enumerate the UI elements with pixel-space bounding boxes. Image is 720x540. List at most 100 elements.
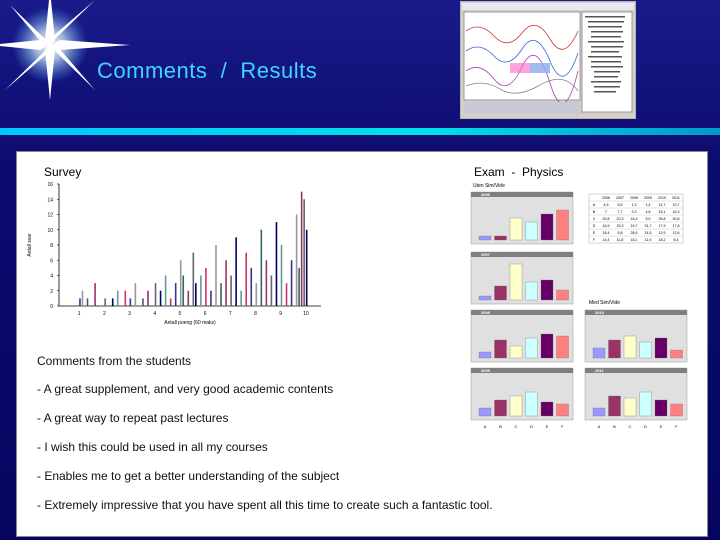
table-cell: 20,3: [617, 217, 624, 221]
exam-panel: 2008: [470, 309, 574, 363]
histogram-bar: [192, 252, 195, 306]
exam-bar: [623, 335, 637, 359]
table-cell: 7: [605, 210, 607, 214]
x-tick-label: 1: [78, 311, 81, 317]
histogram-bar: [205, 267, 207, 306]
table-cell: 15,3: [617, 224, 624, 228]
exam-bar: [525, 337, 538, 359]
table-cell: E: [593, 231, 596, 235]
table-cell: 12,9: [659, 231, 666, 235]
slide-title: Comments / Results: [97, 58, 318, 83]
exam-bar: [478, 235, 492, 241]
histogram-bar: [275, 222, 278, 306]
category-label: D: [644, 424, 647, 429]
exam-chart-title: Uten Sim/Vide: [473, 183, 505, 189]
table-cell: 5,0: [646, 217, 651, 221]
x-tick-label: 10: [303, 311, 309, 317]
table-cell: 8,4: [674, 238, 679, 242]
y-axis-label: Antall svar: [27, 233, 33, 257]
histogram-bar: [169, 298, 172, 306]
table-cell: 31,7: [645, 224, 652, 228]
exam-bar: [556, 403, 569, 417]
x-tick-label: 7: [229, 311, 232, 317]
exam-panel: 2010: [584, 309, 688, 363]
panel-year-label: 2011: [595, 368, 604, 373]
y-tick-label: 8: [50, 243, 53, 249]
table-cell: 16,3: [673, 210, 680, 214]
exam-bar: [556, 289, 569, 301]
table-cell: 15,1: [659, 210, 666, 214]
exam-bar: [608, 395, 621, 417]
histogram-bar: [86, 298, 89, 306]
survey-label: Survey: [44, 165, 82, 179]
histogram-bar: [79, 298, 81, 306]
panel-year-label: 2008: [481, 310, 491, 315]
histogram-bar: [124, 290, 127, 306]
histogram-bar: [142, 298, 144, 306]
y-tick-label: 6: [50, 258, 53, 264]
exam-bar: [509, 217, 523, 241]
table-cell: 20,8: [603, 217, 610, 221]
table-header-cell: 2007: [616, 196, 624, 200]
category-label: E: [660, 424, 663, 429]
table-cell: 17,8: [673, 224, 680, 228]
table-header-cell: 2011: [672, 196, 680, 200]
x-tick-label: 2: [103, 311, 106, 317]
exam-label: Exam - Physics: [474, 165, 564, 179]
exam-bar: [592, 407, 606, 417]
exam-panel: 2007: [470, 251, 574, 305]
software-screenshot: [460, 1, 636, 119]
exam-bar: [494, 285, 507, 301]
exam-bar: [525, 221, 538, 241]
histogram-bar: [285, 283, 288, 306]
histogram-bar: [260, 229, 263, 306]
table-cell: A: [593, 203, 596, 207]
table-cell: 1,3: [632, 203, 637, 207]
exam-panel: 2009: [470, 367, 574, 421]
x-tick-label: 9: [279, 311, 282, 317]
panel-year-label: 2010: [595, 310, 605, 315]
exam-bar: [509, 263, 523, 301]
histogram-bar: [174, 283, 177, 306]
panel-year-label: 2009: [481, 368, 491, 373]
table-cell: 17,9: [659, 224, 666, 228]
table-cell: 24,5: [645, 231, 652, 235]
histogram-bar: [270, 275, 273, 306]
histogram-bar: [164, 275, 167, 306]
histogram-bar: [280, 245, 283, 306]
category-label: A: [484, 424, 487, 429]
x-tick-label: 8: [254, 311, 257, 317]
table-cell: 10,7: [673, 203, 680, 207]
table-cell: 4,6: [646, 210, 651, 214]
table-header-cell: 2010: [658, 196, 666, 200]
histogram-bar: [104, 298, 106, 306]
exam-bar: [494, 339, 507, 359]
x-axis-label: Antall poeng (60 maks): [164, 320, 216, 326]
category-label: C: [629, 424, 632, 429]
comment-item: - A great way to repeat past lectures: [37, 411, 229, 425]
table-cell: 5,5: [618, 203, 623, 207]
table-cell: 18,4: [603, 231, 610, 235]
y-tick-label: 16: [47, 182, 53, 188]
category-label: D: [530, 424, 533, 429]
histogram-bar: [245, 252, 248, 306]
panel-year-label: 2006: [481, 192, 491, 197]
table-cell: 26,8: [659, 217, 666, 221]
histogram-bar: [303, 199, 305, 306]
category-label: B: [499, 424, 502, 429]
exam-bar: [509, 345, 523, 359]
title-divider: [0, 128, 720, 135]
exam-bar: [509, 395, 523, 417]
table-cell: 1,4: [646, 203, 651, 207]
table-cell: 14,4: [603, 238, 610, 242]
comment-item: - A great supplement, and very good acad…: [37, 382, 334, 396]
histogram-bar: [265, 260, 268, 306]
x-tick-label: 6: [204, 311, 207, 317]
table-cell: 11,8: [617, 238, 624, 242]
table-cell: 11,9: [645, 238, 652, 242]
exam-bar: [525, 391, 538, 417]
y-tick-label: 10: [47, 228, 53, 234]
exam-bar: [540, 333, 554, 359]
exam-bar: [494, 399, 507, 417]
histogram-bar: [129, 298, 132, 306]
